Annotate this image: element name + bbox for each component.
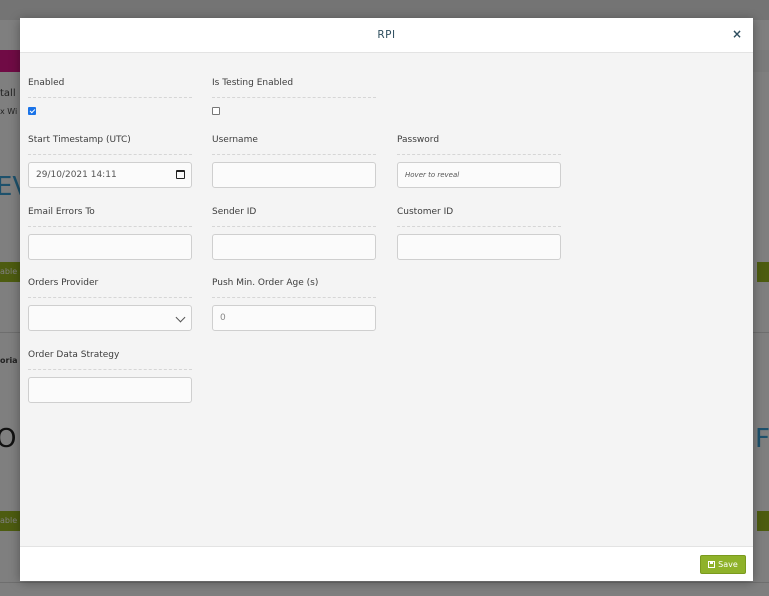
is-testing-enabled-checkbox[interactable] [212, 107, 220, 115]
push-min-order-age-label: Push Min. Order Age (s) [212, 278, 376, 298]
customer-id-label: Customer ID [397, 207, 561, 227]
start-timestamp-label: Start Timestamp (UTC) [28, 135, 192, 155]
password-input[interactable]: Hover to reveal [397, 162, 561, 188]
floppy-disk-icon [708, 561, 716, 568]
password-field: Password Hover to reveal [397, 135, 561, 188]
username-input[interactable] [212, 162, 376, 188]
start-timestamp-value: 29/10/2021 14:11 [36, 170, 117, 180]
save-button-label: Save [718, 560, 738, 569]
orders-provider-select[interactable] [28, 305, 192, 331]
order-data-strategy-input[interactable] [28, 377, 192, 403]
email-errors-to-input[interactable] [28, 234, 192, 260]
sender-id-label: Sender ID [212, 207, 376, 227]
sender-id-input[interactable] [212, 234, 376, 260]
enabled-field: Enabled [28, 78, 192, 115]
push-min-order-age-field: Push Min. Order Age (s) 0 [212, 278, 376, 331]
customer-id-field: Customer ID [397, 207, 561, 260]
username-label: Username [212, 135, 376, 155]
close-icon[interactable]: × [731, 27, 743, 41]
enabled-label: Enabled [28, 78, 192, 98]
start-timestamp-field: Start Timestamp (UTC) 29/10/2021 14:11 [28, 135, 192, 188]
enabled-checkbox[interactable] [28, 107, 36, 115]
password-label: Password [397, 135, 561, 155]
order-data-strategy-field: Order Data Strategy [28, 350, 192, 403]
rpi-settings-modal: RPI × Enabled Is Testing Enabled Start T… [20, 18, 753, 581]
order-data-strategy-label: Order Data Strategy [28, 350, 192, 370]
start-timestamp-input[interactable]: 29/10/2021 14:11 [28, 162, 192, 188]
email-errors-to-label: Email Errors To [28, 207, 192, 227]
customer-id-input[interactable] [397, 234, 561, 260]
push-min-order-age-input[interactable]: 0 [212, 305, 376, 331]
chevron-down-icon [175, 312, 186, 323]
username-field: Username [212, 135, 376, 188]
is-testing-enabled-field: Is Testing Enabled [212, 78, 376, 115]
save-button[interactable]: Save [700, 555, 746, 574]
modal-header: RPI × [20, 18, 753, 53]
is-testing-enabled-label: Is Testing Enabled [212, 78, 376, 98]
modal-title: RPI [377, 29, 396, 41]
orders-provider-field: Orders Provider [28, 278, 192, 331]
email-errors-to-field: Email Errors To [28, 207, 192, 260]
sender-id-field: Sender ID [212, 207, 376, 260]
calendar-icon[interactable] [176, 170, 185, 179]
orders-provider-label: Orders Provider [28, 278, 192, 298]
modal-footer: Save [20, 546, 753, 581]
